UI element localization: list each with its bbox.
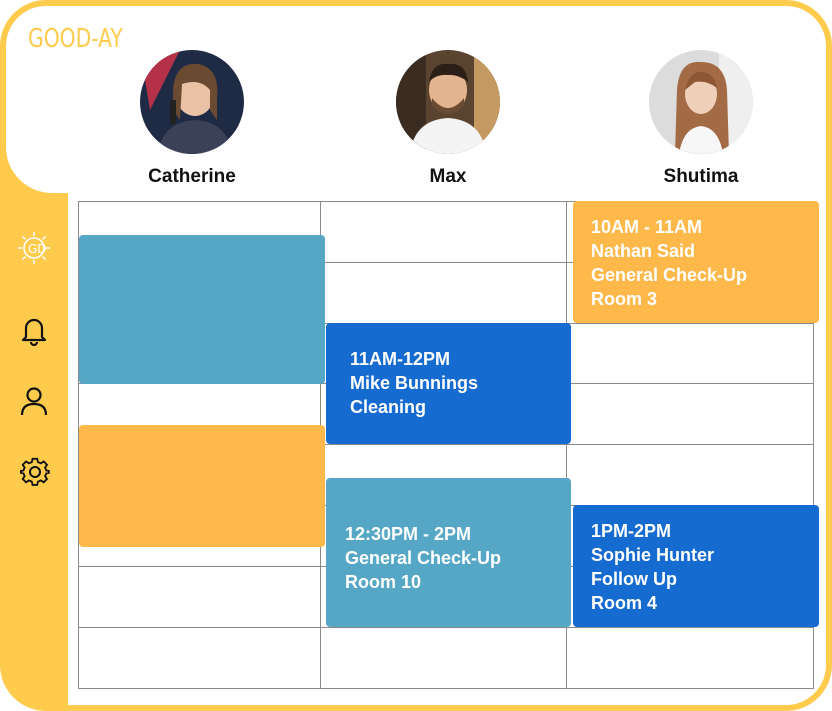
svg-text:GD: GD <box>28 242 47 256</box>
appointment-patient: Mike Bunnings <box>350 373 479 393</box>
avatar[interactable] <box>396 50 500 154</box>
appointment-time: 11AM-12PM <box>350 349 451 369</box>
appointment-service: Cleaning <box>350 397 427 417</box>
appointment-service: General Check-Up <box>345 548 502 568</box>
appointment-time: 10AM - 11AM <box>591 217 703 237</box>
staff-column-catherine[interactable]: Catherine <box>122 50 262 188</box>
avatar[interactable] <box>140 50 244 154</box>
gooday-logo: GOOD-AY <box>28 24 123 54</box>
user-icon[interactable] <box>20 386 48 416</box>
appointment-room: Room 4 <box>591 593 658 613</box>
appointment-block-catherine-1[interactable] <box>79 235 325 384</box>
appointment-service: General Check-Up <box>591 265 748 285</box>
gear-icon[interactable] <box>20 457 50 486</box>
staff-name: Catherine <box>148 166 236 187</box>
appointment-shutima-2[interactable]: 1PM-2PM Sophie Hunter Follow Up Room 4 <box>573 505 819 627</box>
appointment-shutima-1[interactable]: 10AM - 11AM Nathan Said General Check-Up… <box>573 201 819 323</box>
appointment-room: Room 3 <box>591 289 658 309</box>
header: GOOD-AY Catherine Max Shutima <box>6 6 826 193</box>
appointment-time: 12:30PM - 2PM <box>345 524 472 544</box>
staff-name: Max <box>429 166 467 187</box>
staff-column-shutima[interactable]: Shutima <box>631 50 771 188</box>
staff-name: Shutima <box>663 166 739 187</box>
grid-divider <box>78 627 814 628</box>
staff-column-max[interactable]: Max <box>378 50 518 188</box>
appointment-patient: Nathan Said <box>591 241 696 261</box>
app-frame: GOOD-AY Catherine Max Shutima GD 11AM-12… <box>0 0 832 711</box>
avatar[interactable] <box>649 50 753 154</box>
appointment-room: Room 10 <box>345 572 422 592</box>
schedule-grid: 11AM-12PM Mike Bunnings Cleaning 12:30PM… <box>68 193 826 705</box>
appointment-max-1[interactable]: 11AM-12PM Mike Bunnings Cleaning <box>326 323 571 444</box>
appointment-block-catherine-2[interactable] <box>79 425 325 547</box>
grid-divider <box>78 688 814 689</box>
appointment-patient: Sophie Hunter <box>591 545 715 565</box>
appointment-max-2[interactable]: 12:30PM - 2PM General Check-Up Room 10 <box>326 478 571 627</box>
appointment-time: 1PM-2PM <box>591 521 672 541</box>
bell-icon[interactable] <box>20 316 48 347</box>
appointment-service: Follow Up <box>591 569 677 589</box>
gooday-sun-icon[interactable]: GD <box>16 230 50 264</box>
